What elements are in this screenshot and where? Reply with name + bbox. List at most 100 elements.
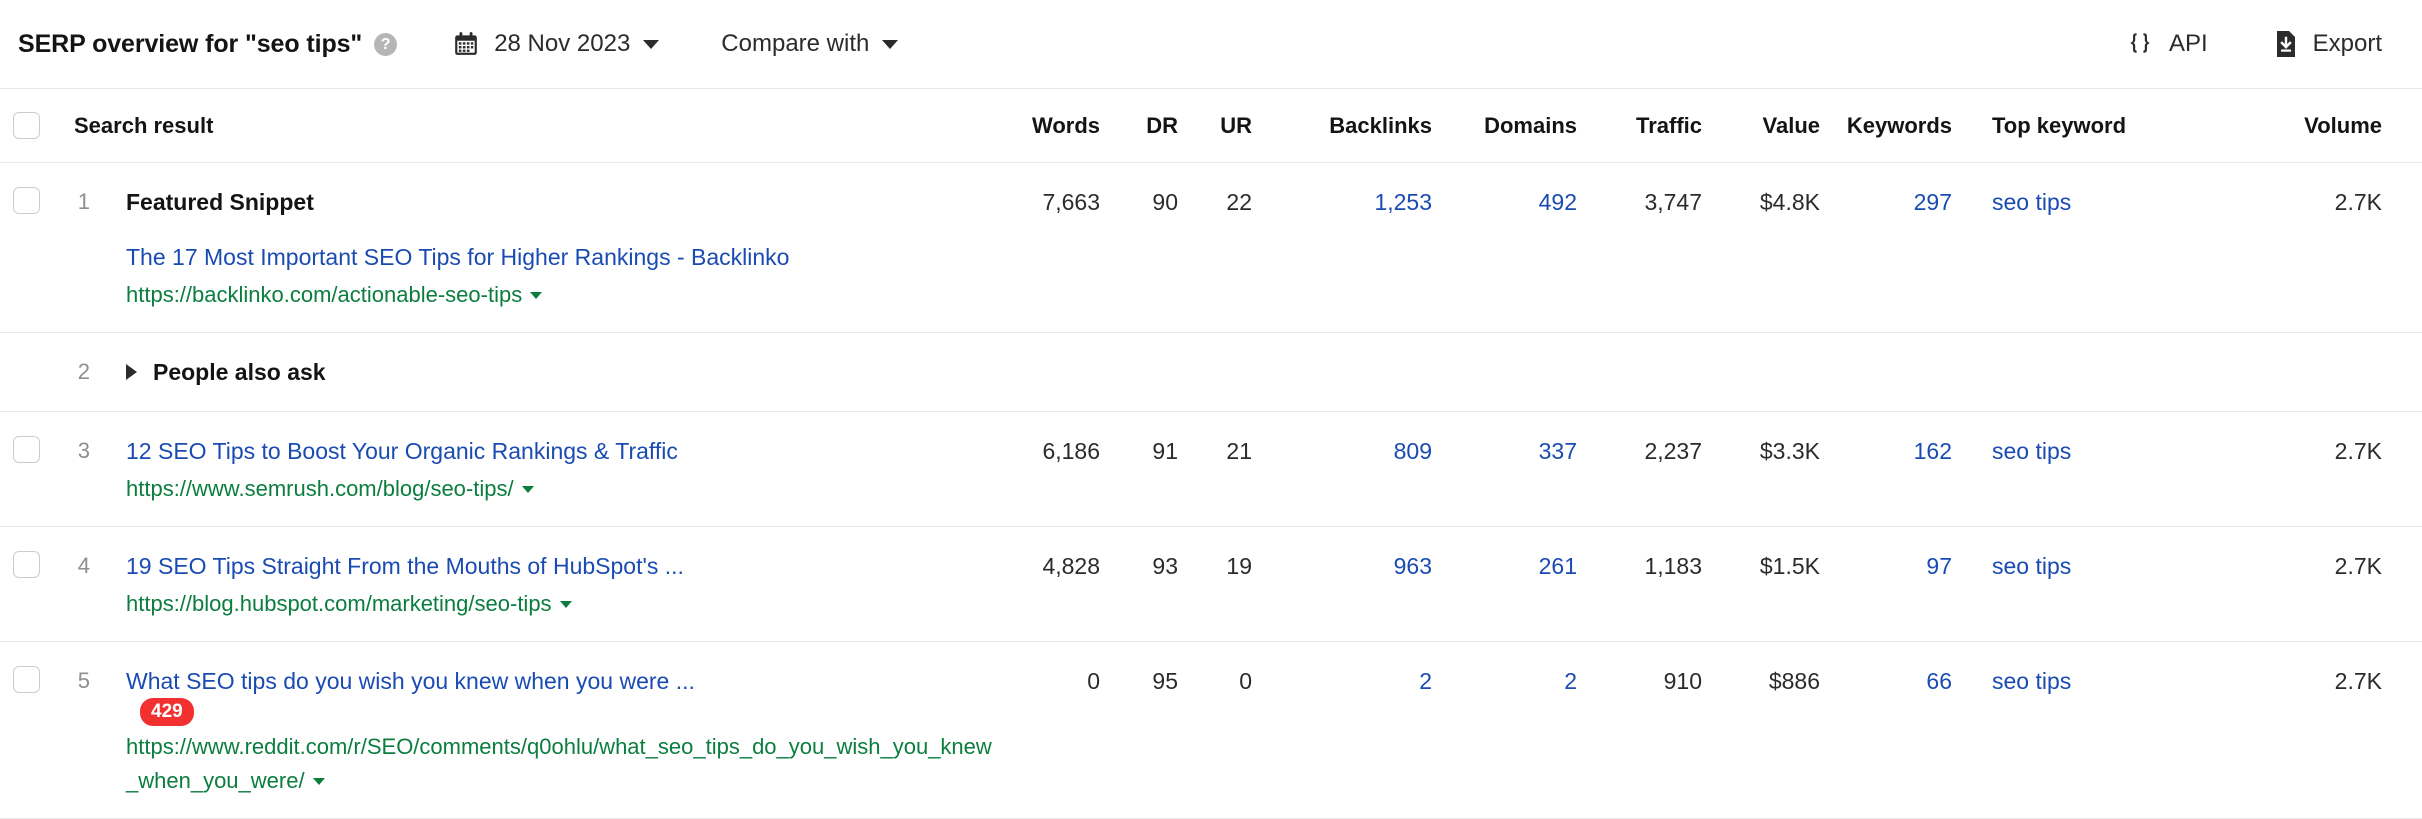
top-keyword-link[interactable]: seo tips	[1992, 642, 2260, 698]
dr-value: 95	[1152, 668, 1178, 694]
rank-number: 4	[77, 553, 90, 578]
date-picker[interactable]: 28 Nov 2023	[453, 30, 660, 58]
cell-top-keyword[interactable]: seo tips	[1970, 526, 2260, 642]
column-header-backlinks[interactable]: Backlinks	[1270, 88, 1450, 163]
cell-domains[interactable]	[1450, 332, 1595, 412]
backlinks-value[interactable]: 2	[1270, 642, 1432, 698]
cell-domains[interactable]: 492	[1450, 162, 1595, 333]
column-header-top-keyword[interactable]: Top keyword	[1970, 88, 2260, 163]
cell-backlinks[interactable]: 1,253	[1270, 162, 1450, 333]
cell-domains[interactable]: 337	[1450, 411, 1595, 527]
cell-checkbox[interactable]	[0, 526, 52, 642]
top-keyword-link[interactable]: seo tips	[1992, 163, 2260, 219]
cell-dr: 91	[1118, 411, 1196, 527]
column-header-volume[interactable]: Volume	[2260, 88, 2422, 163]
column-header-dr[interactable]: DR	[1118, 88, 1196, 163]
chevron-down-icon[interactable]	[312, 778, 325, 785]
cell-dr	[1118, 332, 1196, 412]
export-button[interactable]: Export	[2274, 30, 2382, 58]
question-mark-icon[interactable]: ?	[374, 32, 398, 56]
column-header-search-result[interactable]: Search result	[52, 88, 1000, 163]
cell-backlinks[interactable]: 809	[1270, 411, 1450, 527]
keywords-value[interactable]: 97	[1838, 527, 1952, 583]
result-title-link[interactable]: The 17 Most Important SEO Tips for Highe…	[126, 240, 789, 274]
column-header-value[interactable]: Value	[1720, 88, 1838, 163]
top-toolbar: SERP overview for "seo tips" ? 28 Nov 20…	[0, 0, 2422, 88]
chevron-down-icon[interactable]	[530, 292, 543, 299]
words-value: 4,828	[1042, 553, 1100, 579]
keywords-value[interactable]: 297	[1838, 163, 1952, 219]
row-select-checkbox[interactable]	[12, 551, 40, 578]
result-url[interactable]: https://blog.hubspot.com/marketing/seo-t…	[126, 587, 684, 621]
cell-search-result: 4 19 SEO Tips Straight From the Mouths o…	[52, 526, 1000, 642]
row-select-checkbox[interactable]	[12, 187, 40, 214]
domains-value[interactable]: 261	[1450, 527, 1577, 583]
rank-number: 1	[77, 189, 90, 214]
keywords-value[interactable]: 162	[1838, 412, 1952, 468]
backlinks-value[interactable]: 809	[1270, 412, 1432, 468]
cell-words: 0	[1000, 641, 1118, 819]
result-url[interactable]: https://backlinko.com/actionable-seo-tip…	[126, 278, 789, 312]
cell-value: $3.3K	[1720, 411, 1838, 527]
keywords-value[interactable]: 66	[1838, 642, 1952, 698]
volume-value: 2.7K	[2334, 668, 2382, 694]
cell-keywords[interactable]: 297	[1838, 162, 1970, 333]
domains-value[interactable]: 492	[1450, 163, 1577, 219]
column-header-domains[interactable]: Domains	[1450, 88, 1595, 163]
traffic-value: 2,237	[1644, 438, 1702, 464]
backlinks-value[interactable]: 963	[1270, 527, 1432, 583]
column-header-keywords[interactable]: Keywords	[1838, 88, 1970, 163]
cell-backlinks[interactable]: 963	[1270, 526, 1450, 642]
api-button[interactable]: API	[2126, 30, 2208, 58]
row-select-checkbox[interactable]	[12, 666, 40, 693]
result-url[interactable]: https://www.reddit.com/r/SEO/comments/q0…	[126, 730, 1000, 798]
cell-backlinks[interactable]	[1270, 332, 1450, 412]
cell-volume: 2.7K	[2260, 641, 2422, 819]
cell-keywords[interactable]: 97	[1838, 526, 1970, 642]
compare-with-dropdown[interactable]: Compare with	[721, 30, 899, 58]
search-result-body: 19 SEO Tips Straight From the Mouths of …	[98, 549, 684, 621]
table-row: 2 People also ask	[0, 332, 2422, 412]
table-header-row: Search result Words DR UR Backlinks Doma…	[0, 88, 2422, 163]
domains-value[interactable]: 337	[1450, 412, 1577, 468]
traffic-value: 910	[1663, 668, 1702, 694]
cell-keywords[interactable]: 66	[1838, 641, 1970, 819]
cell-keywords[interactable]	[1838, 332, 1970, 412]
row-select-checkbox[interactable]	[12, 436, 40, 463]
traffic-value: 3,747	[1644, 189, 1702, 215]
volume-value: 2.7K	[2334, 553, 2382, 579]
cell-traffic: 1,183	[1595, 526, 1720, 642]
cell-backlinks[interactable]: 2	[1270, 641, 1450, 819]
chevron-down-icon[interactable]	[559, 601, 572, 608]
traffic-value: 1,183	[1644, 553, 1702, 579]
top-keyword-link[interactable]: seo tips	[1992, 412, 2260, 468]
cell-top-keyword[interactable]: seo tips	[1970, 641, 2260, 819]
cell-top-keyword[interactable]: seo tips	[1970, 411, 2260, 527]
cell-domains[interactable]: 2	[1450, 641, 1595, 819]
cell-checkbox[interactable]	[0, 411, 52, 527]
result-title-link[interactable]: 12 SEO Tips to Boost Your Organic Rankin…	[126, 434, 678, 468]
people-also-ask-row[interactable]: 2 People also ask	[52, 333, 1000, 411]
result-url[interactable]: https://www.semrush.com/blog/seo-tips/	[126, 472, 678, 506]
page-title: SERP overview for "seo tips"	[18, 29, 363, 58]
column-header-words[interactable]: Words	[1000, 88, 1118, 163]
cell-words: 6,186	[1000, 411, 1118, 527]
cell-top-keyword[interactable]: seo tips	[1970, 162, 2260, 333]
expand-triangle-icon[interactable]	[126, 364, 137, 380]
cell-keywords[interactable]: 162	[1838, 411, 1970, 527]
table-row: 4 19 SEO Tips Straight From the Mouths o…	[0, 526, 2422, 642]
value-value: $3.3K	[1759, 438, 1820, 464]
cell-checkbox[interactable]	[0, 162, 52, 333]
column-header-traffic[interactable]: Traffic	[1595, 88, 1720, 163]
top-keyword-link[interactable]: seo tips	[1992, 527, 2260, 583]
domains-value[interactable]: 2	[1450, 642, 1577, 698]
result-title-link[interactable]: 19 SEO Tips Straight From the Mouths of …	[126, 549, 684, 583]
column-header-ur[interactable]: UR	[1196, 88, 1270, 163]
chevron-down-icon[interactable]	[521, 486, 534, 493]
select-all-checkbox[interactable]	[12, 112, 40, 139]
cell-checkbox[interactable]	[0, 641, 52, 819]
cell-domains[interactable]: 261	[1450, 526, 1595, 642]
backlinks-value[interactable]: 1,253	[1270, 163, 1432, 219]
result-title-link[interactable]: What SEO tips do you wish you knew when …	[126, 664, 1000, 698]
table-row: 1 Featured Snippet The 17 Most Important…	[0, 162, 2422, 333]
